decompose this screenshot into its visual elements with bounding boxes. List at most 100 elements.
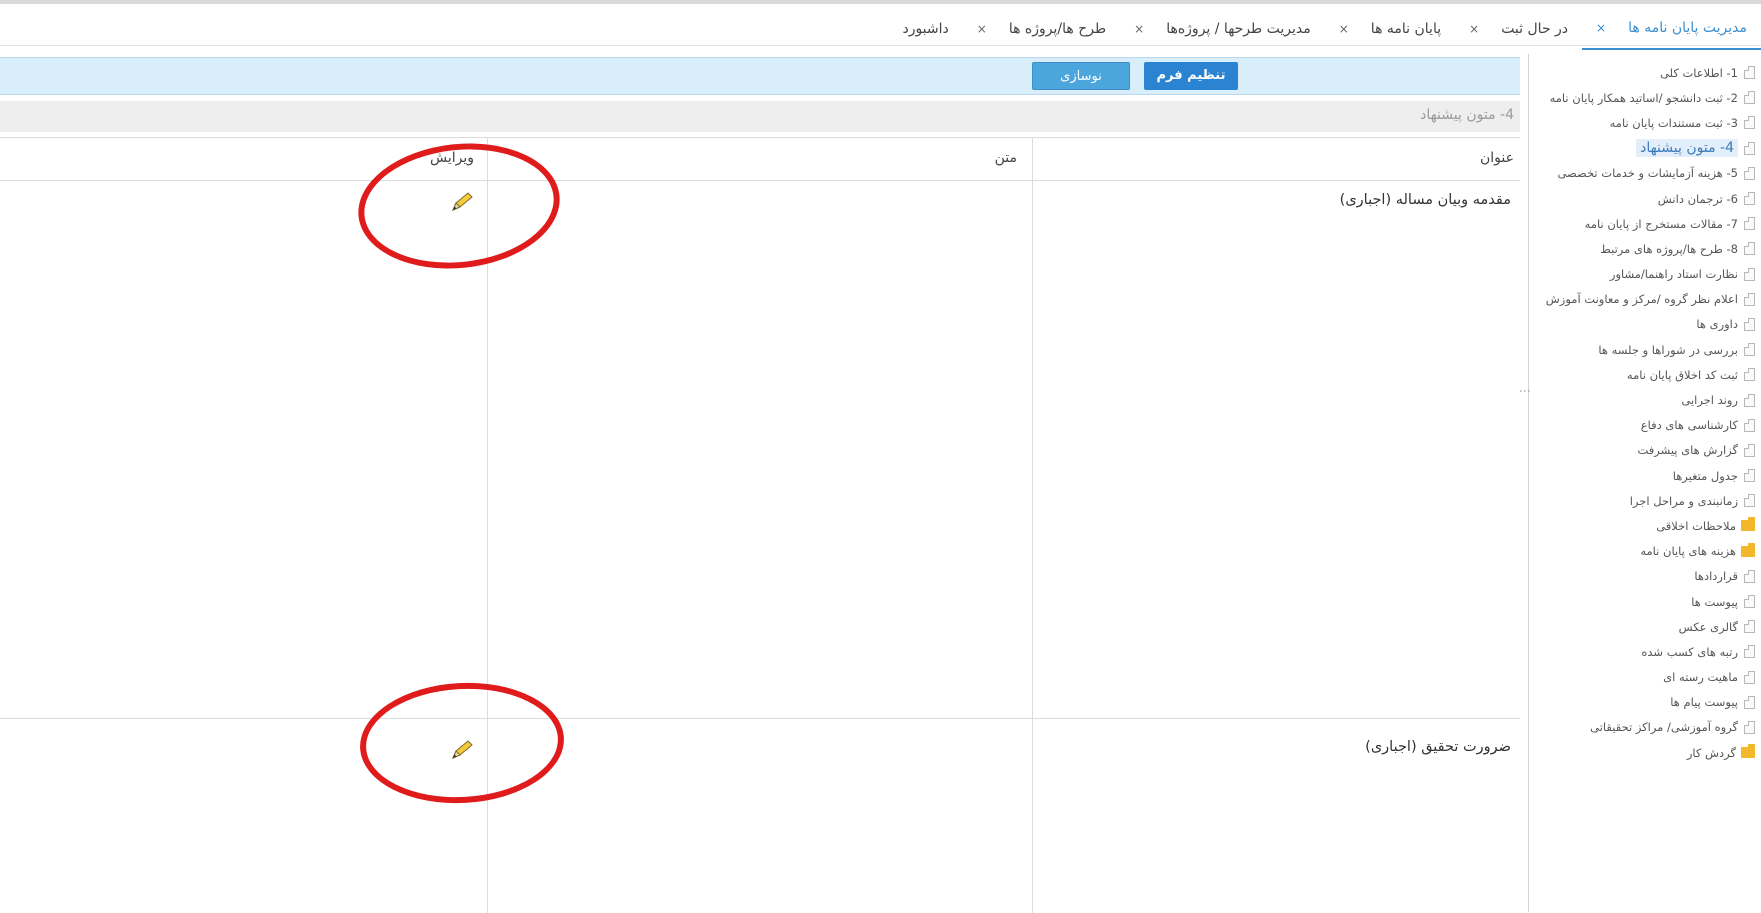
sidebar-item-label: 7- مقالات مستخرج از پایان نامه [1584, 216, 1738, 231]
section-header: 4- متون پیشنهاد [0, 101, 1520, 132]
tab-in-registration[interactable]: در حال ثبت × [1455, 8, 1582, 50]
sidebar-item-label: داوری ها [1696, 317, 1738, 332]
sidebar-item-label: 1- اطلاعات کلی [1659, 65, 1738, 80]
sidebar-item-label: 4- متون پیشنهاد [1636, 139, 1738, 158]
close-icon[interactable]: × [1596, 21, 1606, 35]
tab-thesis-management[interactable]: مدیریت پایان نامه ها × [1582, 8, 1761, 50]
sidebar-item[interactable]: ماهیت رسته ای [1528, 665, 1761, 690]
document-icon [1744, 670, 1755, 684]
document-icon [1744, 166, 1755, 180]
header-divider [0, 180, 1520, 181]
column-divider [1032, 138, 1033, 913]
tab-label: مدیریت پایان نامه ها [1628, 20, 1747, 36]
sidebar-item-label: جدول متغیرها [1672, 468, 1738, 483]
sidebar-item[interactable]: گزارش های پیشرفت [1528, 438, 1761, 463]
tab-strip: داشبورد طرح ها/پروژه ها × مدیریت طرحها /… [888, 8, 1761, 50]
sidebar-item-label: 6- ترجمان دانش [1657, 191, 1738, 206]
document-icon [1744, 317, 1755, 331]
sidebar-item[interactable]: رتبه های کسب شده [1528, 639, 1761, 664]
sidebar-item[interactable]: کارشناسی های دفاع [1528, 413, 1761, 438]
sidebar-item[interactable]: ملاحظات اخلاقی [1528, 513, 1761, 538]
sidebar-item-label: پیوست ها [1691, 594, 1738, 609]
tab-theses[interactable]: پایان نامه ها × [1325, 8, 1455, 50]
tab-label: مدیریت طرحها / پروژه‌ها [1166, 21, 1311, 37]
document-icon [1744, 720, 1755, 734]
tab-projects[interactable]: طرح ها/پروژه ها × [963, 8, 1120, 50]
sidebar-item[interactable]: نظارت استاد راهنما/مشاور [1528, 262, 1761, 287]
toolbar: تنظیم فرم نوسازی [0, 57, 1520, 95]
sidebar-item[interactable]: پیوست ها [1528, 589, 1761, 614]
folder-icon [1741, 744, 1755, 759]
sidebar-item[interactable]: پیوست پیام ها [1528, 690, 1761, 715]
sidebar-item[interactable]: جدول متغیرها [1528, 463, 1761, 488]
tab-dashboard[interactable]: داشبورد [888, 8, 962, 50]
sidebar-item[interactable]: 5- هزینه آزمایشات و خدمات تخصصی [1528, 161, 1761, 186]
document-icon [1744, 620, 1755, 634]
sidebar-item[interactable]: داوری ها [1528, 312, 1761, 337]
sidebar-item[interactable]: بررسی در شوراها و جلسه ها [1528, 337, 1761, 362]
top-tab-bar: داشبورد طرح ها/پروژه ها × مدیریت طرحها /… [0, 0, 1761, 50]
sidebar-item[interactable]: اعلام نظر گروه /مرکز و معاونت آموزش [1528, 287, 1761, 312]
sidebar-item-label: نظارت استاد راهنما/مشاور [1609, 267, 1738, 282]
tab-project-management[interactable]: مدیریت طرحها / پروژه‌ها × [1120, 8, 1325, 50]
sidebar-item[interactable]: هزینه های پایان نامه [1528, 539, 1761, 564]
column-header-text: متن [994, 150, 1017, 166]
sidebar-item-label: پیوست پیام ها [1670, 695, 1738, 710]
close-icon[interactable]: × [1469, 22, 1479, 36]
document-icon [1744, 393, 1755, 407]
sidebar-item-label: 5- هزینه آزمایشات و خدمات تخصصی [1557, 166, 1738, 181]
sidebar-item[interactable]: زمانبندی و مراحل اجرا [1528, 488, 1761, 513]
sidebar-item-label: گردش کار [1686, 745, 1736, 760]
sidebar-item[interactable]: گروه آموزشی/ مراکز تحقیقاتی [1528, 715, 1761, 740]
tab-label: در حال ثبت [1501, 21, 1569, 37]
folder-icon [1741, 542, 1755, 557]
row-title: ضرورت تحقیق (اجباری) [1365, 739, 1511, 755]
document-icon [1744, 418, 1755, 432]
document-icon [1744, 66, 1755, 80]
sidebar-item-label: بررسی در شوراها و جلسه ها [1598, 342, 1738, 357]
sidebar-item[interactable]: قراردادها [1528, 564, 1761, 589]
document-icon [1744, 267, 1755, 281]
close-icon[interactable]: × [1134, 22, 1144, 36]
sidebar-item[interactable]: روند اجرایی [1528, 387, 1761, 412]
document-icon [1744, 192, 1755, 206]
document-icon [1744, 645, 1755, 659]
sidebar-item-label: ثبت کد اخلاق پایان نامه [1626, 367, 1738, 382]
sidebar-item-label: کارشناسی های دفاع [1640, 418, 1738, 433]
form-settings-button[interactable]: تنظیم فرم [1144, 62, 1238, 90]
sidebar-item-label: زمانبندی و مراحل اجرا [1629, 493, 1738, 508]
sidebar-item[interactable]: 3- ثبت مستندات پایان نامه [1528, 110, 1761, 135]
tab-label: طرح ها/پروژه ها [1008, 21, 1107, 37]
document-icon [1744, 91, 1755, 105]
sidebar-item[interactable]: 4- متون پیشنهاد [1528, 136, 1761, 161]
refresh-button[interactable]: نوسازی [1032, 62, 1130, 90]
row-title: مقدمه وبیان مساله (اجباری) [1339, 192, 1511, 208]
sidebar-item-label: 2- ثبت دانشجو /اساتید همکار پایان نامه [1549, 90, 1738, 105]
proposal-texts-table: عنوان متن ویرایش مقدمه وبیان مساله (اجبا… [0, 137, 1520, 913]
tab-label: داشبورد [902, 21, 949, 37]
sidebar-item-label: رتبه های کسب شده [1641, 644, 1738, 659]
document-icon [1744, 242, 1755, 256]
sidebar-item-label: گالری عکس [1678, 619, 1738, 634]
sidebar-item-label: ماهیت رسته ای [1663, 670, 1738, 685]
sidebar-item[interactable]: 6- ترجمان دانش [1528, 186, 1761, 211]
sidebar-item[interactable]: 7- مقالات مستخرج از پایان نامه [1528, 211, 1761, 236]
document-icon [1744, 595, 1755, 609]
close-icon[interactable]: × [977, 22, 987, 36]
sidebar-item[interactable]: 1- اطلاعات کلی [1528, 60, 1761, 85]
sidebar-item-label: اعلام نظر گروه /مرکز و معاونت آموزش [1545, 292, 1738, 307]
sidebar-tree: 1- اطلاعات کلی 2- ثبت دانشجو /اساتید همکا… [1528, 60, 1761, 765]
document-icon [1744, 569, 1755, 583]
sidebar-item[interactable]: گالری عکس [1528, 614, 1761, 639]
sidebar-item[interactable]: 2- ثبت دانشجو /اساتید همکار پایان نامه [1528, 85, 1761, 110]
sidebar-item-label: ملاحظات اخلاقی [1656, 518, 1736, 533]
section-title: 4- متون پیشنهاد [1420, 107, 1514, 123]
sidebar-item[interactable]: 8- طرح ها/پروژه های مرتبط [1528, 236, 1761, 261]
folder-icon [1741, 517, 1755, 532]
sidebar-item-label: قراردادها [1694, 569, 1738, 584]
sidebar-item-label: 3- ثبت مستندات پایان نامه [1609, 115, 1738, 130]
sidebar-item[interactable]: ثبت کد اخلاق پایان نامه [1528, 362, 1761, 387]
close-icon[interactable]: × [1339, 22, 1349, 36]
sidebar-item[interactable]: گردش کار [1528, 740, 1761, 765]
sidebar-item-label: روند اجرایی [1681, 393, 1738, 408]
